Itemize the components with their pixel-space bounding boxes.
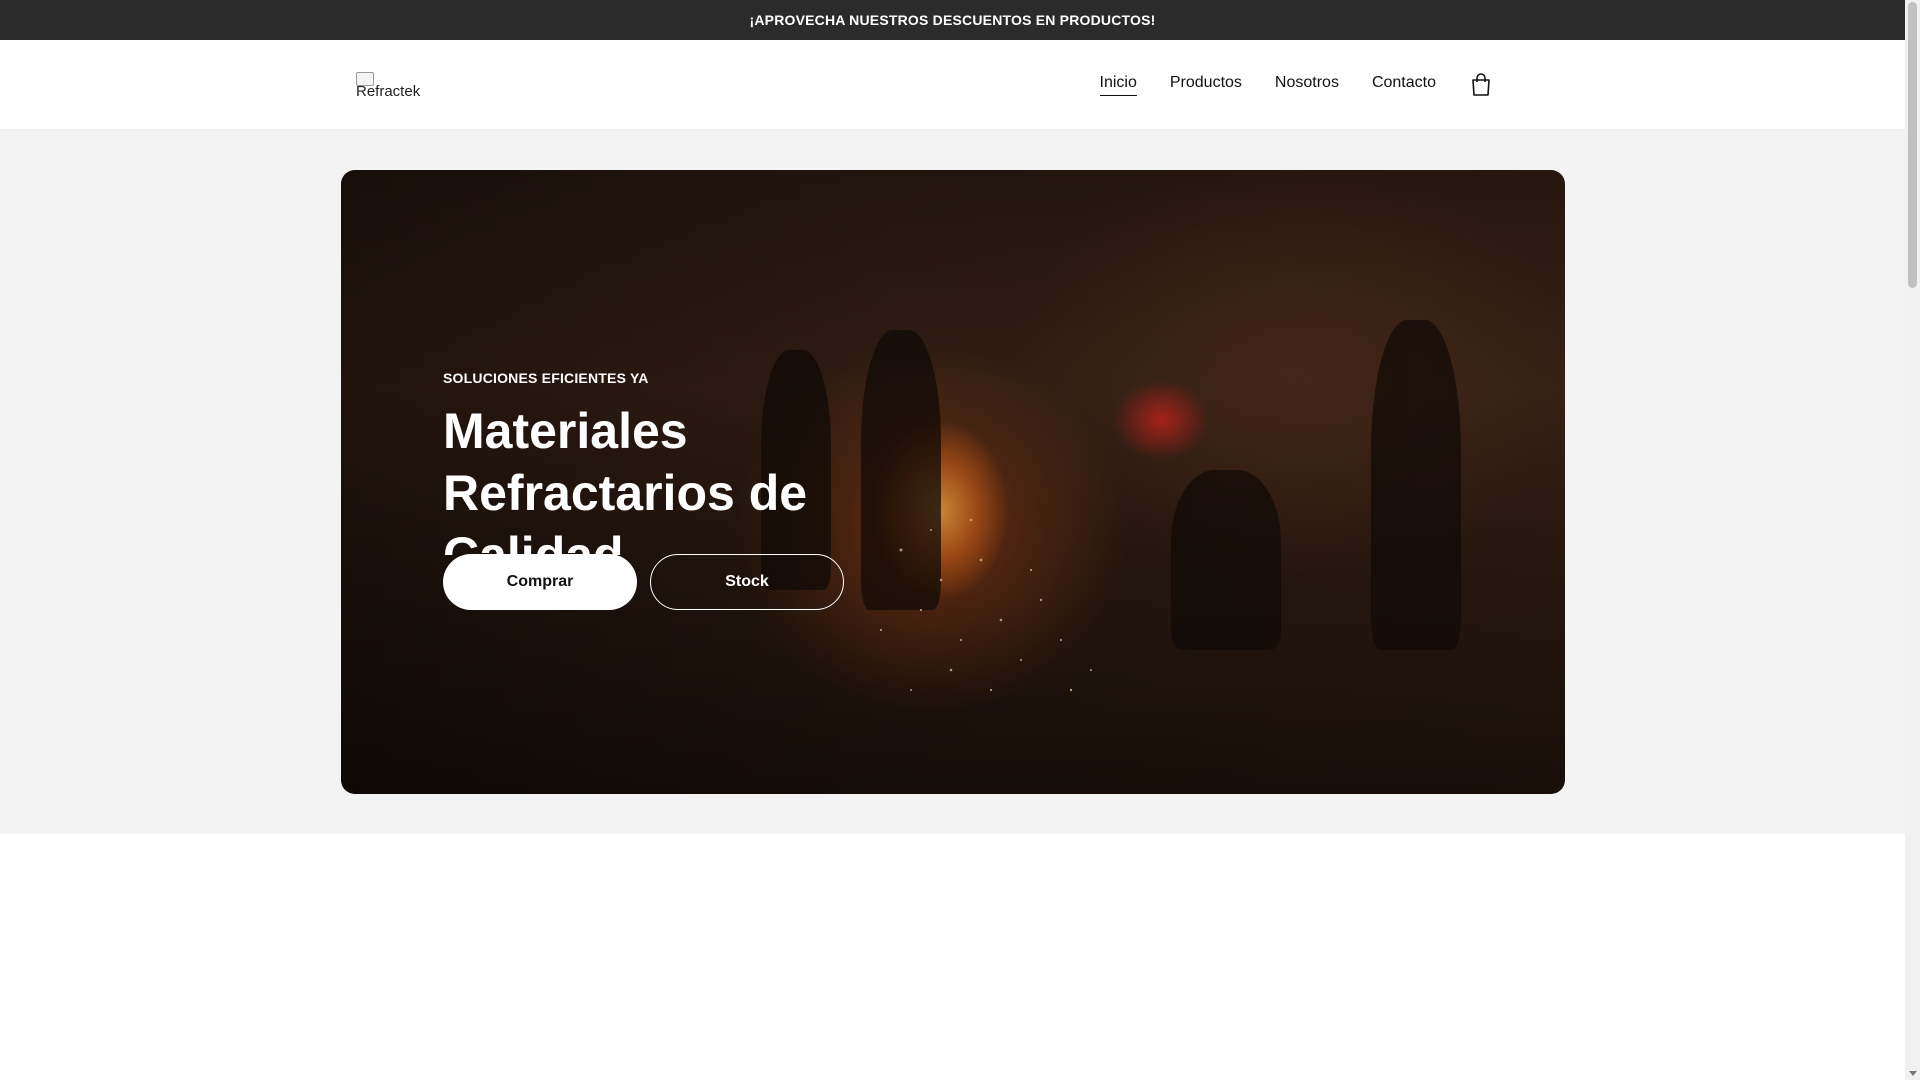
announcement-bar: ¡APROVECHA NUESTROS DESCUENTOS EN PRODUC… [0, 0, 1905, 40]
logo-alt-text: Refractek [356, 83, 421, 98]
main-nav: Inicio Productos Nosotros Contacto [1067, 40, 1492, 129]
page: ¡APROVECHA NUESTROS DESCUENTOS EN PRODUC… [0, 0, 1905, 1080]
hero-banner: SOLUCIONES EFICIENTES YA Materiales Refr… [341, 170, 1565, 794]
comprar-button[interactable]: Comprar [443, 554, 637, 610]
nav-item-productos[interactable]: Productos [1170, 74, 1242, 95]
shopping-bag-icon[interactable] [1470, 72, 1492, 97]
hero-eyebrow: SOLUCIONES EFICIENTES YA [443, 370, 649, 386]
scroll-down-arrow-icon[interactable] [1909, 1071, 1917, 1076]
hero-section: SOLUCIONES EFICIENTES YA Materiales Refr… [0, 130, 1905, 834]
stock-button[interactable]: Stock [650, 554, 844, 610]
nav-item-contacto[interactable]: Contacto [1372, 74, 1436, 95]
logo[interactable]: Refractek [356, 72, 422, 98]
page-scrollbar[interactable] [1905, 0, 1920, 1080]
announcement-text: ¡APROVECHA NUESTROS DESCUENTOS EN PRODUC… [749, 12, 1156, 28]
nav-item-inicio[interactable]: Inicio [1099, 74, 1137, 96]
nav-item-nosotros[interactable]: Nosotros [1275, 74, 1339, 95]
hero-title: Materiales Refractarios de Calidad [443, 403, 808, 555]
scrollbar-thumb[interactable] [1908, 2, 1917, 288]
site-header: Refractek Inicio Productos Nosotros Cont… [0, 40, 1905, 130]
